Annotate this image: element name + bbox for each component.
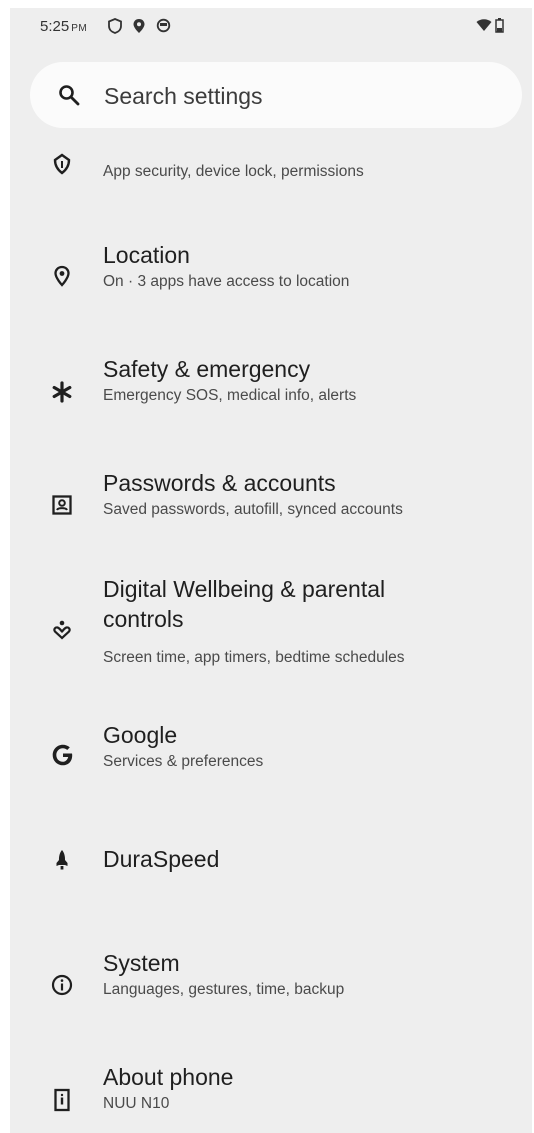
phone-icon: [50, 1088, 74, 1112]
settings-item-title: Digital Wellbeing & parental controls: [103, 576, 386, 632]
notification-icons: [108, 18, 171, 34]
settings-item-subtitle: Screen time, app timers, bedtime schedul…: [103, 649, 405, 666]
settings-item-title: Location: [103, 242, 190, 268]
settings-item-safety-emergency[interactable]: Safety & emergency Emergency SOS, medica…: [10, 346, 532, 426]
settings-item-google[interactable]: Google Services & preferences: [10, 712, 532, 792]
rocket-icon: [50, 848, 74, 872]
settings-item-system[interactable]: System Languages, gestures, time, backup: [10, 940, 532, 1020]
status-bar: 5:25 PM: [10, 8, 532, 48]
settings-item-subtitle: On · 3 apps have access to location: [103, 273, 350, 290]
settings-item-location[interactable]: Location On · 3 apps have access to loca…: [10, 232, 532, 312]
settings-item-title: Safety & emergency: [103, 356, 311, 382]
status-time-ampm: PM: [71, 23, 88, 34]
settings-item-title: Google: [103, 722, 178, 748]
settings-item-security-privacy[interactable]: App security, device lock, permissions: [10, 136, 532, 190]
settings-item-subtitle: Saved passwords, autofill, synced accoun…: [103, 501, 403, 518]
wellbeing-icon: [50, 618, 74, 642]
vpn-shield-icon: [108, 18, 122, 34]
system-status-icons: [476, 18, 504, 33]
data-saver-icon: [156, 18, 171, 34]
wifi-icon: [476, 18, 492, 33]
asterisk-icon: [50, 380, 74, 404]
shield-icon: [50, 152, 74, 176]
google-icon: [50, 742, 74, 766]
settings-item-title: DuraSpeed: [103, 846, 220, 872]
settings-item-subtitle: Languages, gestures, time, backup: [103, 981, 345, 998]
info-icon: [50, 973, 74, 997]
settings-item-subtitle: App security, device lock, permissions: [103, 163, 364, 180]
settings-item-digital-wellbeing[interactable]: Digital Wellbeing & parental controls Sc…: [10, 574, 532, 684]
search-bar[interactable]: Search settings: [30, 62, 522, 128]
settings-item-title: System: [103, 950, 180, 976]
search-icon: [58, 84, 80, 111]
settings-item-duraspeed[interactable]: DuraSpeed: [10, 830, 532, 894]
status-time-value: 5:25: [40, 18, 70, 35]
account-box-icon: [50, 493, 74, 517]
settings-screen: 5:25 PM Search settings App security, de…: [10, 8, 532, 1133]
settings-item-subtitle: Services & preferences: [103, 753, 264, 770]
settings-item-subtitle: NUU N10: [103, 1095, 170, 1112]
settings-item-subtitle: Emergency SOS, medical info, alerts: [103, 387, 357, 404]
settings-item-title: Passwords & accounts: [103, 470, 336, 496]
search-input[interactable]: Search settings: [104, 83, 263, 110]
settings-item-title: About phone: [103, 1064, 234, 1090]
settings-item-about-phone[interactable]: About phone NUU N10: [10, 1054, 532, 1133]
battery-icon: [495, 18, 504, 33]
location-status-icon: [132, 18, 146, 34]
location-pin-icon: [50, 264, 74, 288]
status-time: 5:25 PM: [40, 18, 87, 35]
settings-item-passwords-accounts[interactable]: Passwords & accounts Saved passwords, au…: [10, 460, 532, 540]
